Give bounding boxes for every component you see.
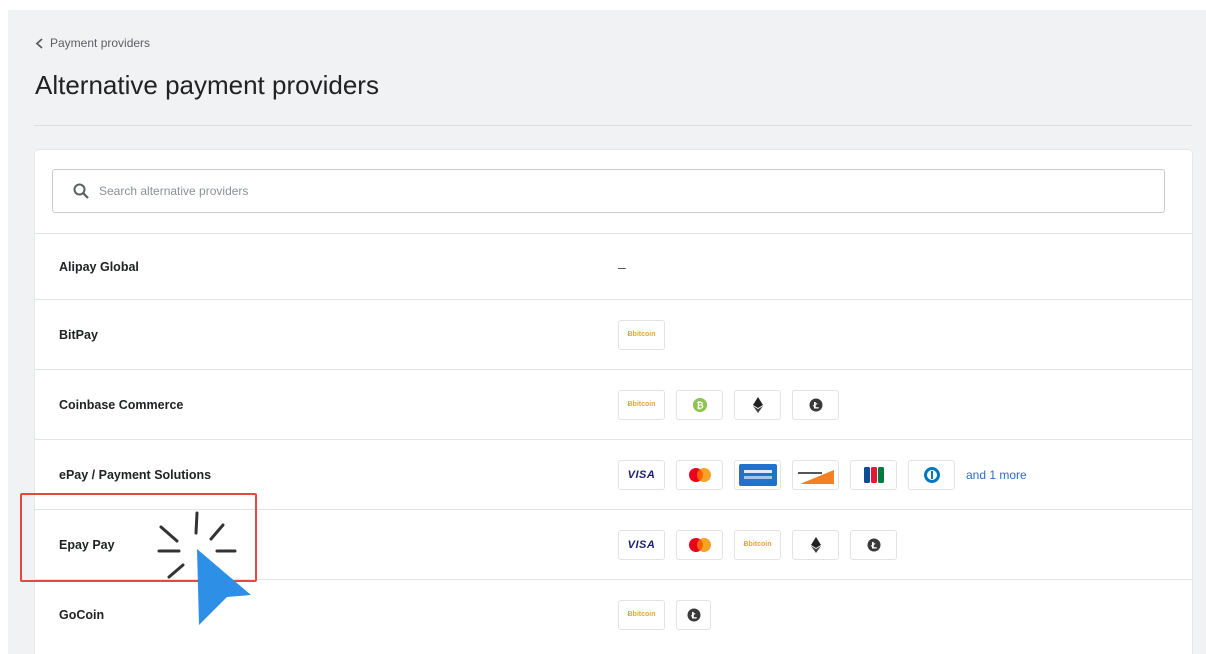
payment-methods: VISA Ƀbitcoin Ł: [618, 529, 897, 560]
diners-club-icon: [908, 459, 955, 490]
provider-list: Alipay Global – BitPay Ƀbitcoin Coinbase…: [35, 233, 1192, 649]
breadcrumb-label: Payment providers: [50, 36, 151, 50]
no-methods-dash: –: [618, 258, 626, 275]
visa-icon: VISA: [618, 529, 665, 560]
svg-text:Ł: Ł: [870, 541, 877, 551]
payment-methods: Ƀbitcoin Ł: [618, 599, 711, 630]
provider-row-gocoin[interactable]: GoCoin Ƀbitcoin Ł: [35, 579, 1192, 649]
breadcrumb[interactable]: Payment providers: [35, 36, 150, 50]
provider-name: Epay Pay: [59, 537, 115, 552]
visa-icon: VISA: [618, 459, 665, 490]
mastercard-icon: [676, 529, 723, 560]
payment-methods: Ƀbitcoin ₿ Ł: [618, 389, 839, 420]
amex-icon: [734, 459, 781, 490]
bitcoin-icon: Ƀbitcoin: [618, 389, 665, 420]
ethereum-icon: [792, 529, 839, 560]
bitcoin-icon: Ƀbitcoin: [618, 319, 665, 350]
bitcoin-icon: Ƀbitcoin: [734, 529, 781, 560]
discover-icon: [792, 459, 839, 490]
litecoin-icon: Ł: [676, 599, 711, 630]
svg-text:Ł: Ł: [812, 401, 819, 411]
litecoin-icon: Ł: [792, 389, 839, 420]
search-icon: [73, 183, 89, 199]
provider-name: ePay / Payment Solutions: [59, 467, 212, 482]
svg-text:Ł: Ł: [690, 611, 697, 621]
provider-name: GoCoin: [59, 607, 105, 622]
provider-name: Alipay Global: [59, 259, 139, 274]
search-input[interactable]: [99, 184, 999, 198]
bitcoin-cash-icon: ₿: [676, 389, 723, 420]
search-field[interactable]: [52, 169, 1165, 213]
provider-row-epay-payment-solutions[interactable]: ePay / Payment Solutions VISA and 1 more: [35, 439, 1192, 509]
bitcoin-icon: Ƀbitcoin: [618, 599, 665, 630]
payment-methods: VISA and 1 more: [618, 459, 1027, 490]
payment-methods: –: [618, 259, 626, 275]
provider-name: BitPay: [59, 327, 98, 342]
chevron-left-icon: [35, 37, 43, 49]
provider-row-bitpay[interactable]: BitPay Ƀbitcoin: [35, 299, 1192, 369]
providers-card: Alipay Global – BitPay Ƀbitcoin Coinbase…: [35, 150, 1192, 654]
svg-text:₿: ₿: [696, 400, 703, 411]
jcb-icon: [850, 459, 897, 490]
provider-row-alipay-global[interactable]: Alipay Global –: [35, 233, 1192, 299]
header-divider: [34, 125, 1192, 126]
litecoin-icon: Ł: [850, 529, 897, 560]
more-methods-link[interactable]: and 1 more: [966, 468, 1027, 482]
page-title: Alternative payment providers: [35, 70, 379, 100]
provider-name: Coinbase Commerce: [59, 397, 184, 412]
mastercard-icon: [676, 459, 723, 490]
payment-methods: Ƀbitcoin: [618, 319, 665, 350]
page-background: Payment providers Alternative payment pr…: [8, 10, 1206, 654]
provider-row-epay-pay[interactable]: Epay Pay VISA Ƀbitcoin Ł: [35, 509, 1192, 579]
ethereum-icon: [734, 389, 781, 420]
provider-row-coinbase-commerce[interactable]: Coinbase Commerce Ƀbitcoin ₿ Ł: [35, 369, 1192, 439]
